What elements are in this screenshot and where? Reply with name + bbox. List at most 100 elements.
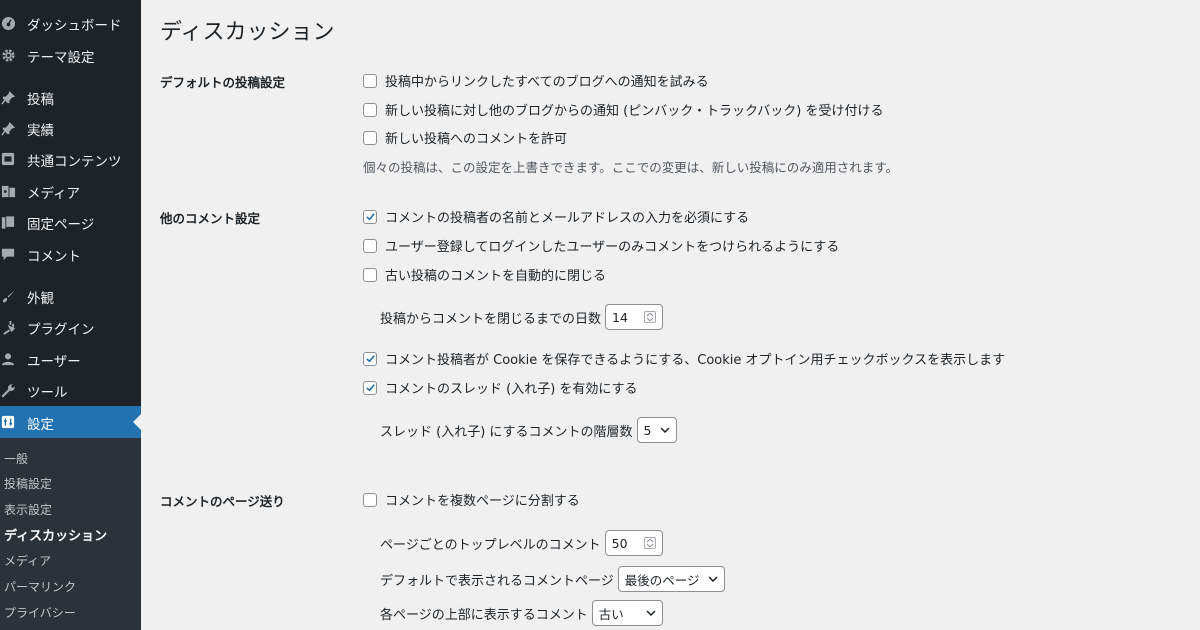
settings-submenu: 一般 投稿設定 表示設定 ディスカッション メディア パーマリンク プライバシー <box>0 438 141 630</box>
per-page-row: ページごとのトップレベルのコメント 50 <box>380 530 663 556</box>
close-days-value: 14 <box>612 309 628 325</box>
brush-icon <box>0 288 16 304</box>
sidebar-item-label: プラグイン <box>27 322 95 338</box>
sidebar-item-label: 設定 <box>27 417 54 433</box>
sidebar-item-label: 投稿 <box>27 92 54 108</box>
gear-icon <box>0 47 16 63</box>
sidebar-item-label: ユーザー <box>27 354 81 370</box>
option-label: 古い投稿のコメントを自動的に閉じる <box>385 269 607 284</box>
default-page-select[interactable]: 最後のページ <box>617 566 725 592</box>
option-label: 新しい投稿に対し他のブログからの通知 (ピンバック・トラックバック) を受け付け… <box>385 104 884 119</box>
sidebar-item-label: 固定ページ <box>27 217 95 233</box>
dashboard-icon <box>0 15 16 31</box>
checkmark-icon <box>365 213 375 221</box>
default-page-label: デフォルトで表示されるコメントページ <box>380 573 614 589</box>
sidebar-item-theme-settings[interactable]: テーマ設定 <box>0 39 141 71</box>
sidebar-item-plugins[interactable]: プラグイン <box>0 311 141 343</box>
per-page-value: 50 <box>611 535 628 551</box>
checkbox-require-name-email[interactable] <box>363 209 377 224</box>
sidebar-item-label: ダッシュボード <box>27 18 122 34</box>
checkbox-cookie-optin[interactable] <box>363 351 377 366</box>
submenu-item-privacy[interactable]: プライバシー <box>4 604 76 621</box>
sidebar-item-label: メディア <box>27 186 81 202</box>
submenu-item-permalinks[interactable]: パーマリンク <box>4 578 76 595</box>
thread-depth-row: スレッド (入れ子) にするコメントの階層数 5 <box>380 417 677 443</box>
comment-order-row: 各ページの上部に表示するコメント 古い <box>380 600 663 626</box>
section-heading-other-comments: 他のコメント設定 <box>160 211 261 226</box>
checkbox-registered-only[interactable] <box>363 238 377 253</box>
option-row: 古い投稿のコメントを自動的に閉じる <box>363 265 606 284</box>
sidebar-item-label: 外観 <box>27 291 54 307</box>
sidebar-item-label: 共通コンテンツ <box>27 154 122 170</box>
checkbox-notify-linked-blogs[interactable] <box>363 73 377 88</box>
spinner-icon[interactable] <box>644 311 657 323</box>
submenu-item-general[interactable]: 一般 <box>4 450 28 467</box>
plugin-icon <box>0 319 16 335</box>
sidebar-item-appearance[interactable]: 外観 <box>0 280 141 312</box>
option-row: 投稿中からリンクしたすべてのブログへの通知を試みる <box>363 71 709 90</box>
submenu-item-discussion[interactable]: ディスカッション <box>4 525 107 544</box>
sidebar-item-label: コメント <box>27 249 81 265</box>
sidebar-item-settings[interactable]: 設定 <box>0 406 141 438</box>
sidebar-item-users[interactable]: ユーザー <box>0 343 141 375</box>
checkbox-allow-pingbacks[interactable] <box>363 102 377 117</box>
option-row: コメントを複数ページに分割する <box>363 490 580 509</box>
thread-depth-label: スレッド (入れ子) にするコメントの階層数 <box>380 424 633 440</box>
option-row: ユーザー登録してログインしたユーザーのみコメントをつけられるようにする <box>363 236 839 255</box>
option-label: コメント投稿者が Cookie を保存できるようにする、Cookie オプトイン… <box>385 353 1006 368</box>
checkmark-icon <box>365 384 375 392</box>
content-icon <box>0 151 16 167</box>
default-page-row: デフォルトで表示されるコメントページ 最後のページ <box>380 566 725 592</box>
user-icon <box>0 351 16 367</box>
sidebar-item-label: 実績 <box>27 123 54 139</box>
settings-icon <box>0 414 16 430</box>
default-page-value: 最後のページ <box>624 572 700 588</box>
option-label: 投稿中からリンクしたすべてのブログへの通知を試みる <box>385 75 709 90</box>
pin-icon <box>0 120 16 136</box>
sidebar-item-common-content[interactable]: 共通コンテンツ <box>0 143 141 175</box>
spinner-icon[interactable] <box>643 537 656 549</box>
chevron-down-icon <box>646 608 656 618</box>
close-days-row: 投稿からコメントを閉じるまでの日数 14 <box>380 304 664 330</box>
thread-depth-select[interactable]: 5 <box>636 417 677 443</box>
sidebar-item-posts[interactable]: 投稿 <box>0 81 141 113</box>
per-page-input[interactable]: 50 <box>604 530 663 556</box>
option-row: 新しい投稿へのコメントを許可 <box>363 128 567 147</box>
admin-sidebar: ダッシュボード テーマ設定 投稿 実績 共通コンテンツ メディア 固定ページ コ… <box>0 0 141 630</box>
submenu-item-media[interactable]: メディア <box>4 552 51 569</box>
comment-order-select[interactable]: 古い <box>591 600 663 626</box>
option-row: コメント投稿者が Cookie を保存できるようにする、Cookie オプトイン… <box>363 349 1005 368</box>
page-title: ディスカッション <box>160 20 335 45</box>
checkbox-paginate-comments[interactable] <box>363 492 377 507</box>
section-description: 個々の投稿は、この設定を上書きできます。ここでの変更は、新しい投稿にのみ適用され… <box>363 160 899 175</box>
wrench-icon <box>0 382 16 398</box>
section-heading-comment-pagination: コメントのページ送り <box>160 494 285 509</box>
chevron-down-icon <box>707 574 718 584</box>
option-label: コメントのスレッド (入れ子) を有効にする <box>385 382 638 397</box>
sidebar-item-tools[interactable]: ツール <box>0 374 141 406</box>
close-days-input[interactable]: 14 <box>605 304 664 330</box>
checkbox-auto-close-comments[interactable] <box>363 267 377 282</box>
option-row: 新しい投稿に対し他のブログからの通知 (ピンバック・トラックバック) を受け付け… <box>363 100 884 119</box>
comment-order-label: 各ページの上部に表示するコメント <box>380 607 588 623</box>
close-days-label: 投稿からコメントを閉じるまでの日数 <box>380 311 602 327</box>
sidebar-item-dashboard[interactable]: ダッシュボード <box>0 7 141 39</box>
sidebar-item-pages[interactable]: 固定ページ <box>0 206 141 238</box>
sidebar-item-achievements[interactable]: 実績 <box>0 112 141 144</box>
sidebar-item-media[interactable]: メディア <box>0 175 141 207</box>
section-heading-default-post: デフォルトの投稿設定 <box>160 75 286 90</box>
comment-icon <box>0 246 16 262</box>
comment-order-value: 古い <box>598 606 624 622</box>
option-row: コメントの投稿者の名前とメールアドレスの入力を必須にする <box>363 207 749 226</box>
submenu-item-reading[interactable]: 表示設定 <box>4 501 52 518</box>
main-content: ディスカッション デフォルトの投稿設定 投稿中からリンクしたすべてのブログへの通… <box>141 0 1200 630</box>
submenu-item-writing[interactable]: 投稿設定 <box>4 475 52 492</box>
pin-icon <box>0 89 16 105</box>
checkmark-icon <box>365 355 375 363</box>
chevron-down-icon <box>659 425 670 435</box>
option-label: ユーザー登録してログインしたユーザーのみコメントをつけられるようにする <box>385 240 840 255</box>
checkbox-allow-comments[interactable] <box>363 130 377 145</box>
sidebar-item-comments[interactable]: コメント <box>0 238 141 270</box>
per-page-label: ページごとのトップレベルのコメント <box>380 537 601 553</box>
checkbox-threaded-comments[interactable] <box>363 380 377 395</box>
